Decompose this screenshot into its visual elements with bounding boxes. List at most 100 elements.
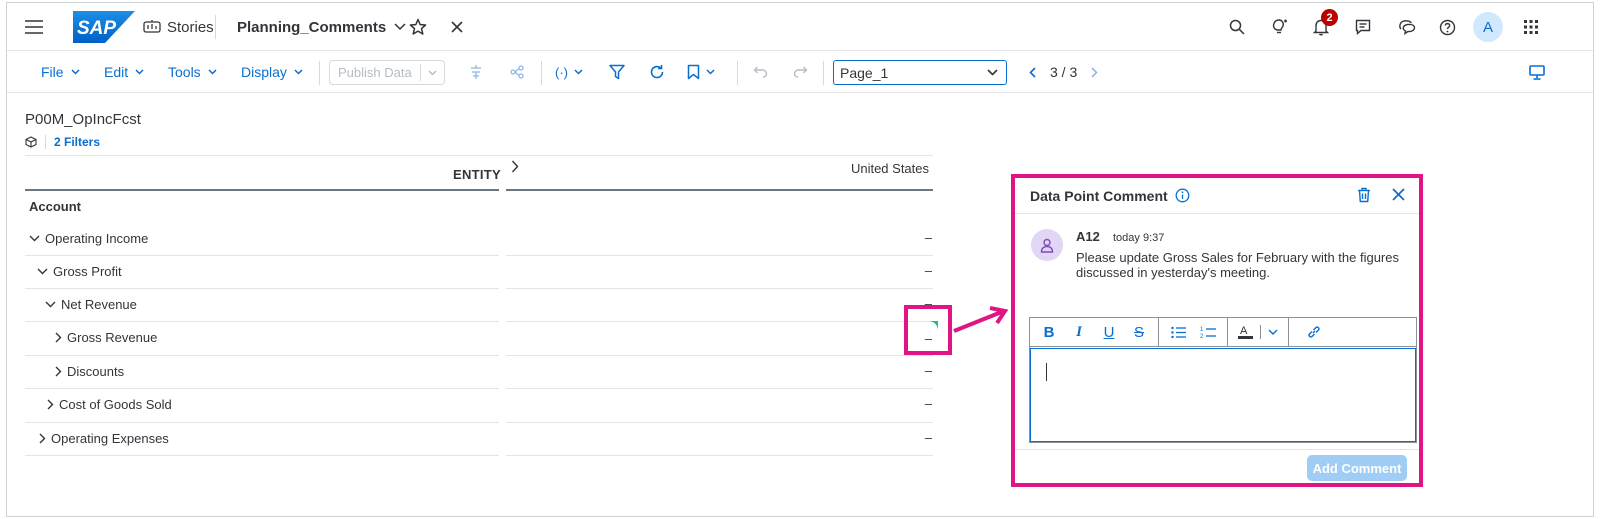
comment-author: A12 [1076,229,1100,244]
bookmark-button[interactable] [687,51,715,93]
row-label: Cost of Goods Sold [59,397,172,412]
highlight-box [904,305,952,355]
divider [506,288,933,289]
refresh-icon[interactable] [649,51,665,93]
help-icon[interactable] [1433,3,1461,51]
cell-value[interactable]: – [912,263,932,278]
chevron-down-icon [135,69,144,75]
cell-value[interactable]: – [912,396,932,411]
data-point-comment-panel: Data Point Comment A12 today 9:37 Please… [1011,174,1423,487]
present-icon[interactable] [1529,51,1545,93]
strikethrough-icon[interactable]: S [1124,318,1154,347]
page-select[interactable]: Page_1 [833,60,1007,85]
list-group: 12 [1159,317,1228,347]
divider [1015,449,1419,450]
story-title-menu[interactable]: Planning_Comments [237,3,406,51]
publish-data-button[interactable]: Publish Data [329,60,445,85]
panel-title: Data Point Comment [1030,187,1168,204]
menu-tools[interactable]: Tools [168,51,217,93]
bullet-list-icon[interactable] [1163,318,1193,347]
avatar: A [1473,12,1503,42]
chevron-down-icon [37,268,48,275]
format-group: B I U S [1030,317,1159,347]
cell-value[interactable]: – [912,230,932,245]
divider [25,455,499,456]
filters-link[interactable]: 2 Filters [54,135,100,149]
column-header-united-states[interactable]: United States [851,161,929,176]
chat-icon[interactable] [1393,3,1421,51]
chevron-down-icon [294,69,303,75]
row-label: Operating Expenses [51,431,169,446]
row-label: Operating Income [45,231,149,246]
bold-icon[interactable]: B [1034,318,1064,347]
stories-link[interactable]: Stories [143,3,214,51]
notifications-button[interactable]: 2 [1307,3,1338,51]
commenter-avatar [1031,229,1063,261]
ideas-icon[interactable] [1265,3,1293,51]
data-action-icon[interactable] [510,51,524,93]
pager: 3 / 3 [1029,51,1098,93]
chevron-down-icon[interactable] [419,64,444,81]
filters-bar[interactable]: 2 Filters [25,135,100,149]
menu-file-label: File [41,64,64,80]
chevron-down-icon [1268,329,1278,335]
table-row[interactable]: Cost of Goods Sold [25,388,499,421]
link-icon[interactable] [1299,318,1329,347]
table-row[interactable]: Discounts [25,355,499,388]
comment-editor: B I U S 12 A [1029,317,1417,443]
apps-grid-icon[interactable] [1517,3,1545,51]
story-title: Planning_Comments [237,18,387,36]
cube-icon [25,136,37,148]
account-header: Account [29,199,81,214]
variable-button[interactable]: (·) [555,51,583,93]
table-row[interactable]: Gross Profit [25,255,499,288]
info-icon[interactable] [1175,188,1190,203]
pointer-arrow-icon [953,306,1009,333]
chevron-down-icon [987,69,998,76]
redo-icon[interactable] [793,51,808,93]
menu-edit[interactable]: Edit [104,51,144,93]
underline-icon[interactable]: U [1094,318,1124,347]
table-row[interactable]: Operating Income [25,222,499,255]
chevron-down-icon [208,69,217,75]
add-comment-button[interactable]: Add Comment [1307,455,1407,481]
row-label: Gross Revenue [67,330,158,345]
menu-file[interactable]: File [41,51,80,93]
text-color-button[interactable]: A [1228,317,1289,347]
comment-time: today 9:37 [1113,232,1165,244]
divider [506,321,933,322]
previous-page-icon[interactable] [1029,66,1036,78]
numbered-list-icon[interactable]: 12 [1193,318,1223,347]
feedback-icon[interactable] [1349,3,1377,51]
divider [506,255,933,256]
menu-icon[interactable] [25,3,47,51]
table-row[interactable]: Net Revenue [25,288,499,321]
cell-value[interactable]: – [912,430,932,445]
close-icon[interactable] [1392,188,1405,201]
svg-text:2: 2 [1200,334,1204,339]
app-window: SAP Stories Planning_Comments 2 A File E… [6,2,1594,517]
close-icon[interactable] [451,3,463,51]
italic-icon[interactable]: I [1064,318,1094,347]
version-management-icon[interactable] [469,51,483,93]
sap-logo-text: SAP [77,18,116,39]
undo-icon[interactable] [753,51,768,93]
trash-icon[interactable] [1357,187,1371,203]
star-icon[interactable] [409,3,427,51]
search-icon[interactable] [1223,3,1251,51]
sap-logo[interactable]: SAP [73,3,135,51]
comment-input[interactable] [1030,348,1416,442]
divider [215,15,216,39]
table-row[interactable]: Operating Expenses [25,422,499,455]
cell-value[interactable]: – [912,363,932,378]
text-color-icon: A [1238,325,1253,339]
row-label: Discounts [67,364,125,379]
filter-icon[interactable] [609,51,625,93]
chevron-down-icon [29,235,40,242]
stories-icon [143,19,161,35]
user-avatar[interactable]: A [1473,3,1503,51]
menu-display[interactable]: Display [241,51,303,93]
expand-columns-icon[interactable] [511,160,519,173]
next-page-icon[interactable] [1091,66,1098,78]
table-row[interactable]: Gross Revenue [25,321,499,354]
